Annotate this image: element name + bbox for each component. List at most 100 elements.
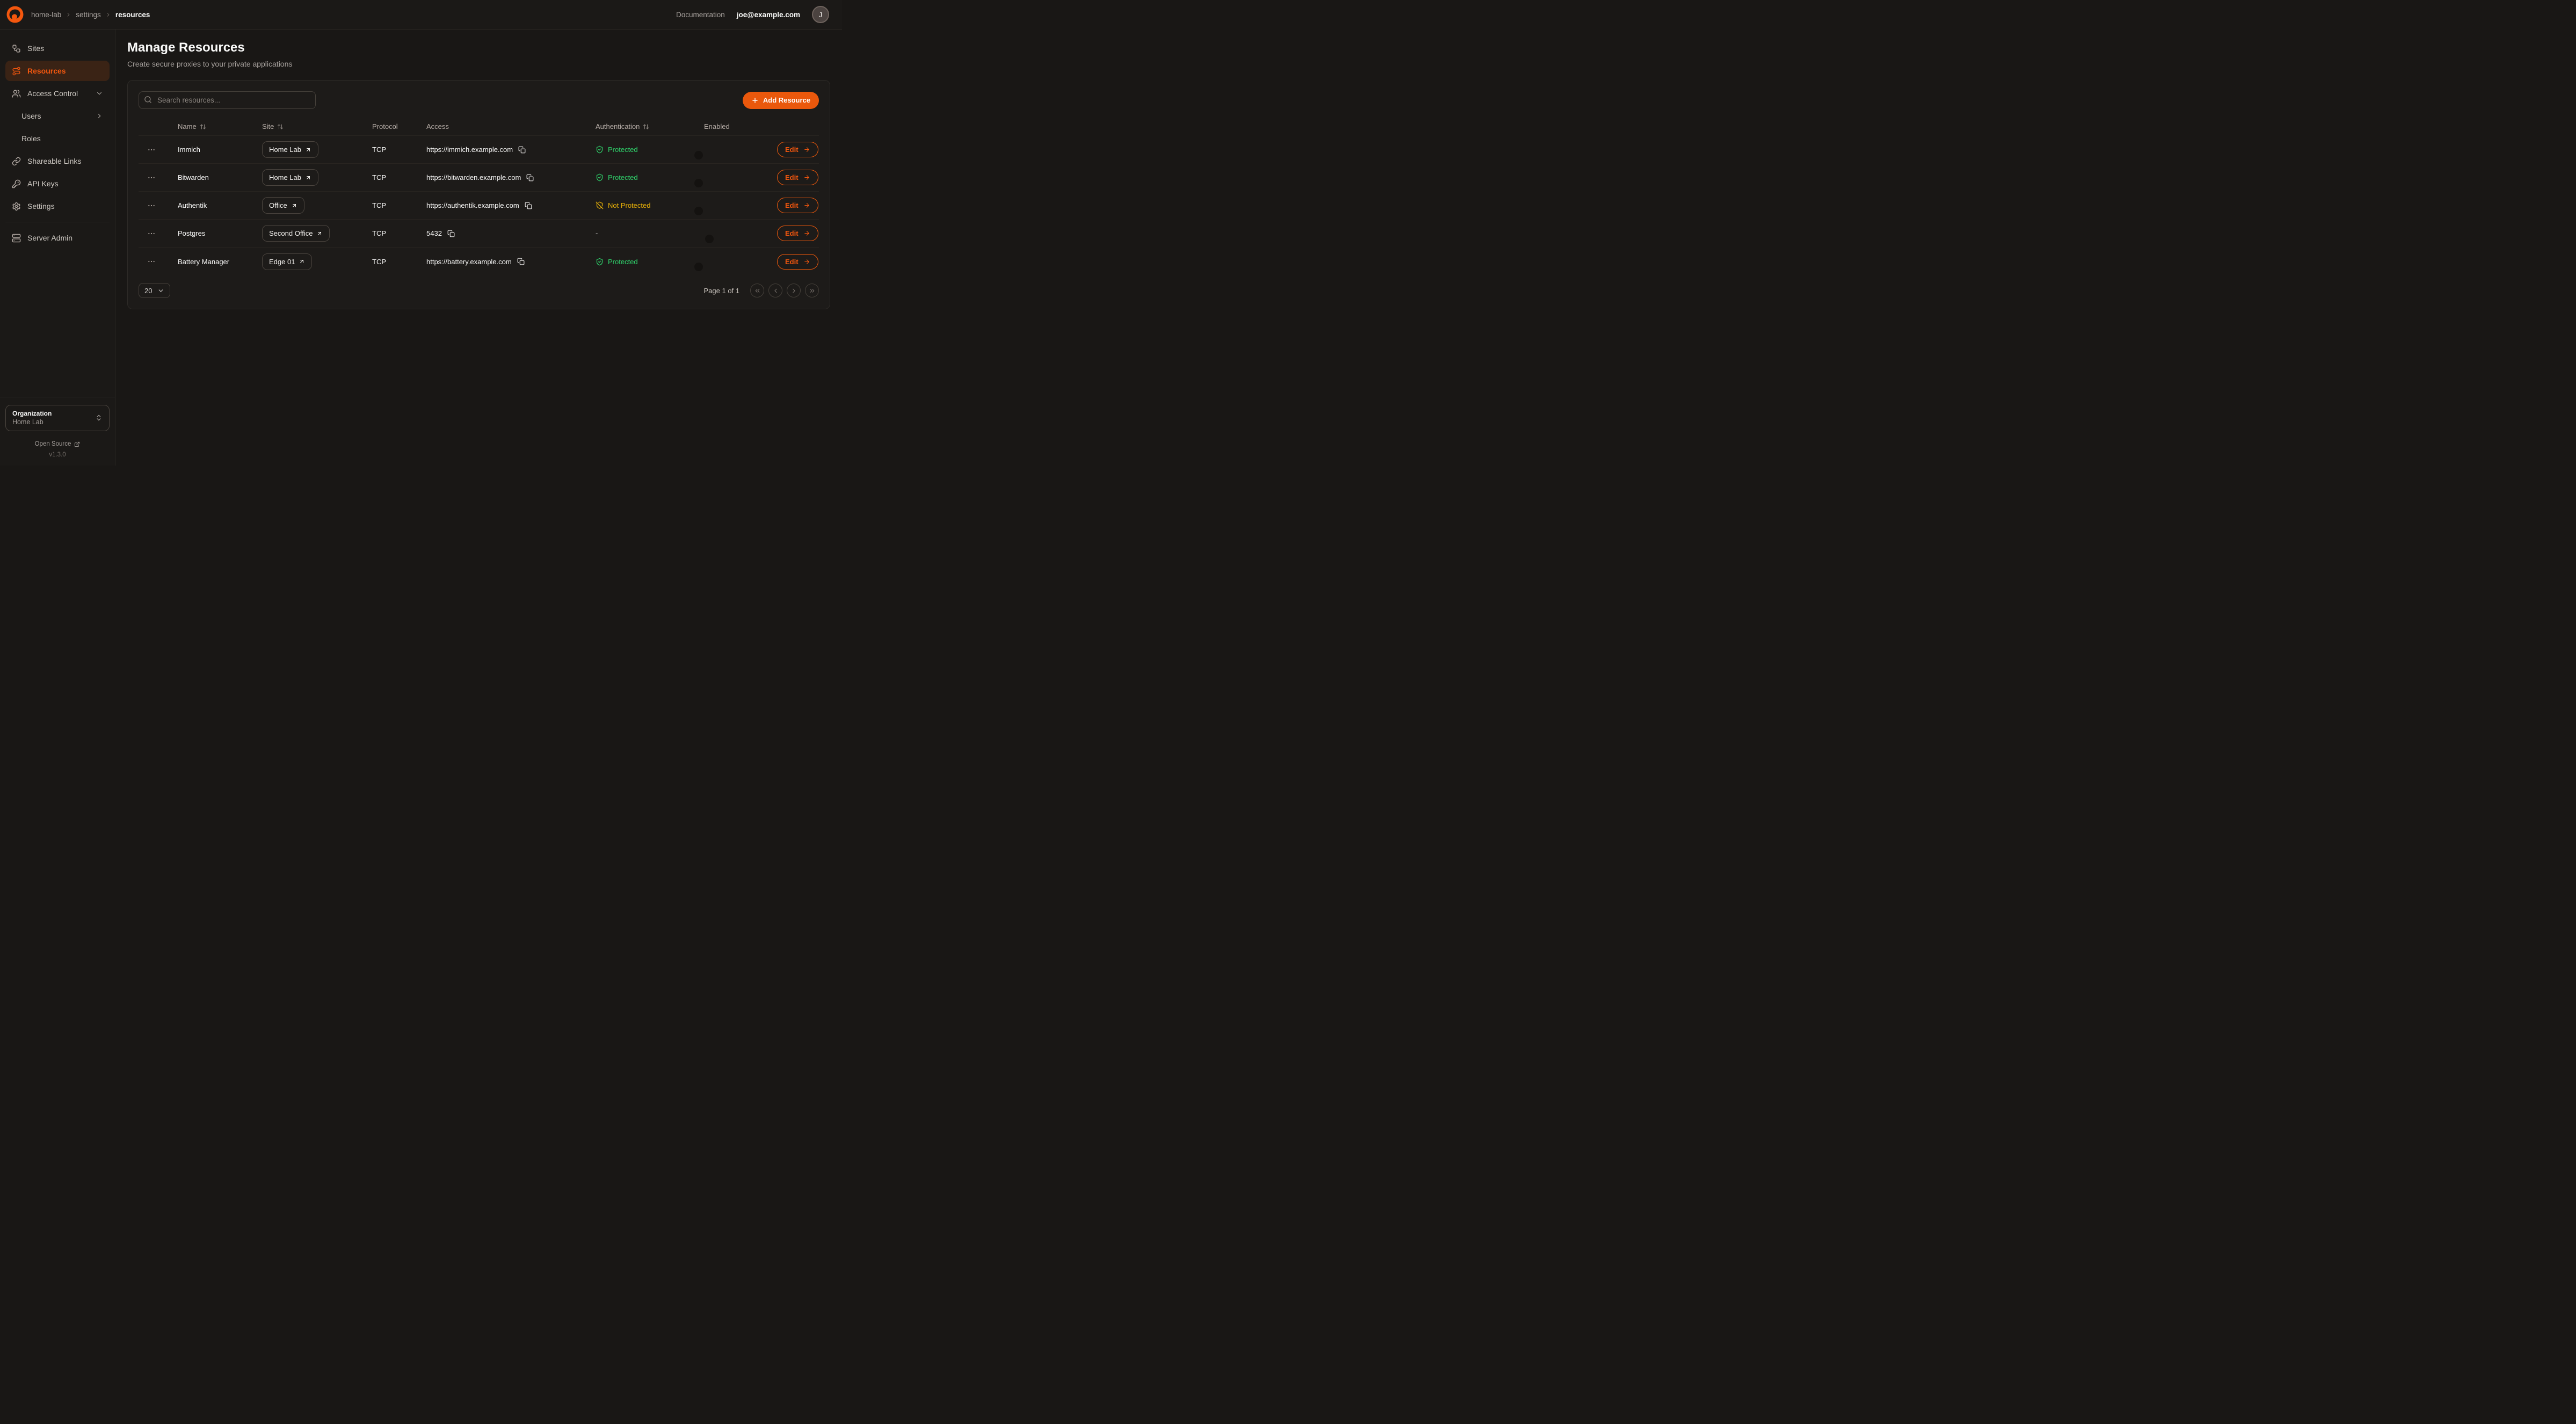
table-row: Bitwarden Home Lab TCP https://bitwarden… (139, 164, 819, 192)
resource-name: Bitwarden (171, 173, 255, 181)
toggle-knob (694, 263, 703, 271)
page-title: Manage Resources (127, 40, 830, 55)
workflow-icon (12, 44, 21, 53)
avatar[interactable]: J (812, 6, 829, 23)
column-header-authentication[interactable]: Authentication (589, 122, 697, 130)
chevron-left-icon (772, 287, 779, 294)
add-resource-button[interactable]: Add Resource (743, 92, 819, 109)
open-source-link[interactable]: Open Source (5, 441, 110, 447)
users-icon (12, 89, 21, 98)
sidebar-item-label: Server Admin (27, 234, 72, 242)
protocol-value: TCP (365, 146, 419, 154)
access-value: https://authentik.example.com (426, 201, 519, 209)
column-header-protocol: Protocol (365, 122, 419, 130)
copy-button[interactable] (517, 258, 525, 265)
sort-icon (277, 123, 284, 130)
protocol-value: TCP (365, 229, 419, 237)
site-badge[interactable]: Second Office (262, 225, 330, 242)
sidebar-item-access-control[interactable]: Access Control (5, 83, 110, 104)
sidebar-item-resources[interactable]: Resources (5, 61, 110, 81)
toggle-knob (694, 207, 703, 215)
sidebar-item-shareable-links[interactable]: Shareable Links (5, 151, 110, 171)
arrow-up-right-icon (291, 202, 297, 209)
last-page-button[interactable] (805, 284, 819, 297)
sidebar-item-api-keys[interactable]: API Keys (5, 173, 110, 194)
org-picker-label: Organization (12, 409, 52, 418)
sort-icon (643, 123, 649, 130)
copy-icon (518, 146, 526, 154)
pangolin-logo (5, 5, 25, 24)
gear-icon (12, 202, 21, 211)
link-icon (12, 157, 21, 166)
edit-button[interactable]: Edit (777, 170, 818, 185)
auth-badge: - (596, 229, 697, 237)
sidebar-item-roles[interactable]: Roles (5, 128, 110, 149)
page-info: Page 1 of 1 (704, 287, 740, 295)
site-badge[interactable]: Home Lab (262, 141, 318, 158)
resources-table: Name Site Protocol (139, 118, 819, 275)
next-page-button[interactable] (787, 284, 801, 297)
edit-button[interactable]: Edit (777, 226, 818, 241)
row-menu-button[interactable] (139, 229, 164, 238)
row-menu-button[interactable] (139, 201, 164, 210)
access-value: 5432 (426, 229, 442, 237)
edit-button[interactable]: Edit (777, 254, 818, 270)
column-header-name[interactable]: Name (171, 122, 255, 130)
external-link-icon (74, 441, 80, 447)
sidebar-item-settings[interactable]: Settings (5, 196, 110, 216)
arrow-right-icon (803, 202, 810, 209)
access-value: https://battery.example.com (426, 258, 512, 266)
auth-badge: Protected (596, 146, 697, 154)
ellipsis-icon (147, 229, 156, 238)
row-menu-button[interactable] (139, 146, 164, 154)
sidebar-item-label: API Keys (27, 179, 59, 188)
org-picker[interactable]: Organization Home Lab (5, 405, 110, 431)
resource-name: Battery Manager (171, 258, 255, 266)
toggle-knob (694, 151, 703, 159)
sidebar-item-sites[interactable]: Sites (5, 38, 110, 59)
shield-check-icon (596, 173, 604, 181)
edit-button[interactable]: Edit (777, 142, 818, 157)
org-picker-value: Home Lab (12, 418, 52, 427)
previous-page-button[interactable] (768, 284, 782, 297)
user-email[interactable]: joe@example.com (737, 11, 800, 19)
copy-button[interactable] (447, 230, 455, 237)
protocol-value: TCP (365, 201, 419, 209)
documentation-link[interactable]: Documentation (676, 11, 725, 19)
edit-label: Edit (785, 201, 799, 209)
site-badge-label: Home Lab (269, 173, 301, 181)
chevron-down-icon (96, 90, 103, 97)
search-input[interactable] (139, 91, 316, 109)
sidebar-item-server-admin[interactable]: Server Admin (5, 228, 110, 248)
auth-badge: Not Protected (596, 201, 697, 209)
site-badge[interactable]: Edge 01 (262, 253, 312, 270)
plus-icon (751, 97, 759, 104)
site-badge[interactable]: Home Lab (262, 169, 318, 186)
copy-button[interactable] (525, 202, 532, 209)
edit-button[interactable]: Edit (777, 198, 818, 213)
edit-label: Edit (785, 229, 799, 237)
sidebar-item-users[interactable]: Users (5, 106, 110, 126)
chevron-down-icon (157, 287, 164, 294)
copy-icon (447, 230, 455, 237)
sidebar-item-label: Shareable Links (27, 157, 81, 165)
resource-name: Postgres (171, 229, 255, 237)
first-page-button[interactable] (750, 284, 764, 297)
table-body: Immich Home Lab TCP https://immich.examp… (139, 136, 819, 275)
row-menu-button[interactable] (139, 257, 164, 266)
table-header-row: Name Site Protocol (139, 118, 819, 136)
table-row: Authentik Office TCP https://authentik.e… (139, 192, 819, 220)
sort-icon (200, 123, 206, 130)
arrow-up-right-icon (316, 230, 323, 237)
page-size-select[interactable]: 20 (139, 283, 170, 298)
arrow-right-icon (803, 146, 810, 153)
breadcrumb-item-org[interactable]: home-lab (31, 11, 61, 19)
copy-button[interactable] (518, 146, 526, 154)
site-badge[interactable]: Office (262, 197, 304, 214)
column-header-site[interactable]: Site (255, 122, 365, 130)
copy-button[interactable] (526, 174, 534, 181)
row-menu-button[interactable] (139, 173, 164, 182)
version-text: v1.3.0 (5, 452, 110, 458)
breadcrumb-item-settings[interactable]: settings (76, 11, 101, 19)
copy-icon (526, 174, 534, 181)
